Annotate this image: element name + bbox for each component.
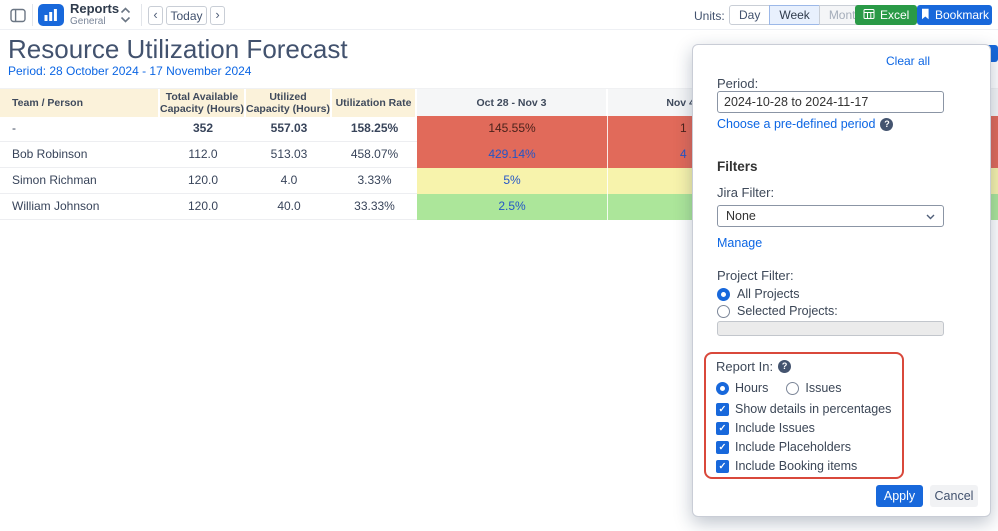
cell-utilization-rate: 33.33% [332, 194, 417, 220]
project-filter-label: Project Filter: [717, 268, 794, 283]
chevron-down-icon [926, 209, 935, 223]
radio-selected-icon[interactable] [716, 382, 729, 395]
row-name: - [0, 116, 160, 142]
checkbox-label: Include Issues [735, 421, 815, 435]
report-in-radios: Hours Issues [716, 381, 841, 395]
checkbox-checked-icon: ✓ [716, 422, 729, 435]
report-in-label: Report In: ? [716, 359, 791, 374]
cell-total-capacity: 120.0 [160, 168, 246, 194]
app-logo[interactable] [38, 4, 64, 26]
issues-label[interactable]: Issues [805, 381, 841, 395]
cell-utilization-rate: 158.25% [332, 116, 417, 142]
hours-label[interactable]: Hours [735, 381, 768, 395]
app-subtitle: General [70, 16, 119, 27]
units-segmented-control: Day Week Month [729, 5, 872, 25]
clear-all-link[interactable]: Clear all [886, 54, 930, 68]
next-period-button[interactable]: › [210, 6, 225, 25]
predefined-period-link[interactable]: Choose a pre-defined period ? [717, 117, 893, 131]
expand-collapse-icon[interactable] [120, 6, 132, 24]
unit-week-button[interactable]: Week [769, 5, 819, 25]
info-icon[interactable]: ? [778, 360, 791, 373]
apply-button[interactable]: Apply [876, 485, 923, 507]
col-header-team[interactable]: Team / Person [0, 89, 160, 117]
col-header-utilized-capacity[interactable]: Utilized Capacity (Hours) [246, 89, 332, 117]
cell-week1-link[interactable]: 2.5% [417, 194, 608, 220]
all-projects-label: All Projects [737, 287, 800, 301]
cell-utilized-capacity: 557.03 [246, 116, 332, 142]
radio-selected-icon [717, 288, 730, 301]
row-name: Bob Robinson [0, 142, 160, 168]
chevron-right-icon: › [215, 8, 219, 21]
topbar-divider [141, 4, 142, 26]
filters-heading: Filters [717, 159, 758, 174]
selected-projects-input [717, 321, 944, 336]
col-header-utilization-rate[interactable]: Utilization Rate [332, 89, 417, 117]
bookmark-button[interactable]: Bookmark [917, 5, 992, 25]
sidebar-toggle-icon[interactable] [10, 7, 26, 23]
cell-utilized-capacity: 513.03 [246, 142, 332, 168]
chevron-left-icon: ‹ [153, 8, 157, 21]
help-icon[interactable]: ? [880, 118, 893, 131]
cell-total-capacity: 112.0 [160, 142, 246, 168]
report-in-highlight-box: Report In: ? Hours Issues ✓ Show details… [704, 352, 904, 479]
cancel-button[interactable]: Cancel [930, 485, 978, 507]
row-name: Simon Richman [0, 168, 160, 194]
period-link[interactable]: Period: 28 October 2024 - 17 November 20… [8, 64, 251, 78]
manage-link[interactable]: Manage [717, 236, 762, 250]
page-title: Resource Utilization Forecast [8, 34, 348, 65]
units-label: Units: [694, 9, 725, 23]
cell-utilization-rate: 458.07% [332, 142, 417, 168]
col-header-total-capacity[interactable]: Total Available Capacity (Hours) [160, 89, 246, 117]
excel-icon [863, 8, 875, 23]
checkbox-show-details[interactable]: ✓ Show details in percentages [716, 402, 891, 416]
checkbox-label: Show details in percentages [735, 402, 891, 416]
prev-period-button[interactable]: ‹ [148, 6, 163, 25]
bookmark-button-label: Bookmark [935, 8, 989, 22]
filter-panel: Clear all Period: Choose a pre-defined p… [692, 44, 991, 517]
checkbox-label: Include Booking items [735, 459, 857, 473]
all-projects-radio[interactable]: All Projects [717, 287, 800, 301]
row-name: William Johnson [0, 194, 160, 220]
cell-week1: 145.55% [417, 116, 608, 142]
col-header-week1[interactable]: Oct 28 - Nov 3 [417, 89, 608, 117]
selected-projects-label: Selected Projects: [737, 304, 838, 318]
topbar: Reports General ‹ Today › Units: Day Wee… [0, 0, 998, 30]
excel-export-button[interactable]: Excel [855, 5, 917, 25]
today-button[interactable]: Today [166, 6, 207, 25]
cell-week1-link[interactable]: 429.14% [417, 142, 608, 168]
cell-utilized-capacity: 4.0 [246, 168, 332, 194]
app-title-block: Reports General [70, 2, 119, 27]
cell-utilized-capacity: 40.0 [246, 194, 332, 220]
cell-utilization-rate: 3.33% [332, 168, 417, 194]
cell-total-capacity: 352 [160, 116, 246, 142]
jira-filter-select[interactable]: None [717, 205, 944, 227]
checkbox-include-booking-items[interactable]: ✓ Include Booking items [716, 459, 857, 473]
jira-filter-value: None [726, 209, 756, 223]
checkbox-checked-icon: ✓ [716, 441, 729, 454]
bookmark-icon [920, 8, 930, 23]
radio-unselected-icon[interactable] [786, 382, 799, 395]
checkbox-checked-icon: ✓ [716, 460, 729, 473]
period-input[interactable] [717, 91, 944, 113]
app-name: Reports [70, 2, 119, 16]
topbar-divider [32, 4, 33, 26]
cell-total-capacity: 120.0 [160, 194, 246, 220]
bar-chart-icon [44, 9, 58, 21]
unit-day-button[interactable]: Day [729, 5, 770, 25]
checkbox-include-issues[interactable]: ✓ Include Issues [716, 421, 815, 435]
checkbox-checked-icon: ✓ [716, 403, 729, 416]
excel-button-label: Excel [880, 8, 909, 22]
period-label: Period: [717, 76, 758, 91]
radio-unselected-icon [717, 305, 730, 318]
jira-filter-label: Jira Filter: [717, 185, 774, 200]
checkbox-include-placeholders[interactable]: ✓ Include Placeholders [716, 440, 851, 454]
checkbox-label: Include Placeholders [735, 440, 851, 454]
cell-week1-link[interactable]: 5% [417, 168, 608, 194]
selected-projects-radio[interactable]: Selected Projects: [717, 304, 838, 318]
